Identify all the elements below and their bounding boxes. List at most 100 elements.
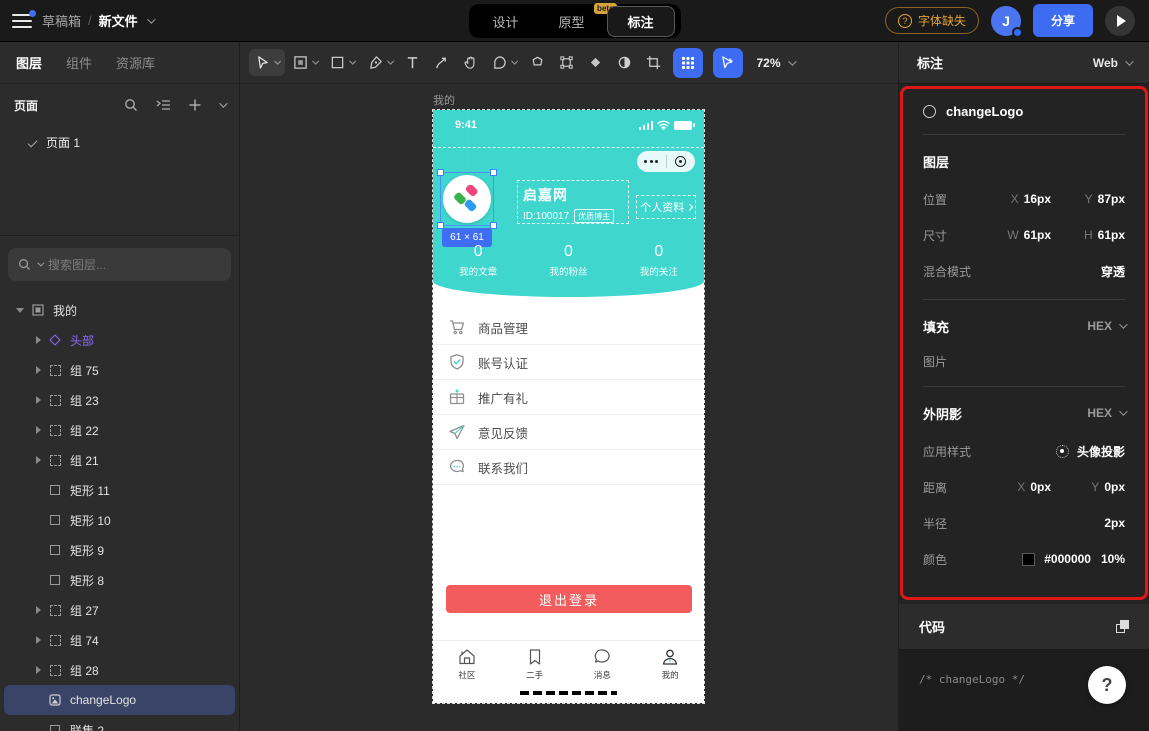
shadow-unit-select[interactable]: HEX bbox=[1087, 406, 1125, 420]
tab-me-active[interactable]: 我的 bbox=[636, 641, 704, 686]
copy-code-icon[interactable] bbox=[1116, 620, 1129, 633]
tab-annotate[interactable]: 标注 bbox=[607, 6, 675, 37]
hand-tool[interactable] bbox=[457, 49, 484, 76]
stat-articles[interactable]: 0 我的文章 bbox=[433, 243, 523, 278]
expand-arrow-icon[interactable] bbox=[36, 396, 41, 404]
layer-row-group[interactable]: 组 27 bbox=[4, 595, 235, 625]
layer-row-component[interactable]: 头部 bbox=[4, 325, 235, 355]
layer-row-rect[interactable]: 矩形 8 bbox=[4, 565, 235, 595]
expand-arrow-icon[interactable] bbox=[36, 366, 41, 374]
pen-tool[interactable] bbox=[362, 49, 398, 76]
stat-followers[interactable]: 0 我的粉丝 bbox=[523, 243, 613, 278]
layer-row-frame[interactable]: 我的 bbox=[4, 295, 235, 325]
help-button[interactable]: ? bbox=[1088, 666, 1126, 704]
resize-handle[interactable] bbox=[490, 169, 497, 176]
add-page-icon[interactable] bbox=[189, 99, 201, 111]
chevron-down-icon[interactable] bbox=[147, 15, 155, 23]
layer-search[interactable] bbox=[8, 248, 231, 281]
expand-arrow-icon[interactable] bbox=[36, 426, 41, 434]
resize-handle[interactable] bbox=[437, 169, 444, 176]
menu-item-contact[interactable]: 联系我们 bbox=[433, 450, 704, 485]
layer-row-image-selected[interactable]: changeLogo bbox=[4, 685, 235, 715]
tab-design[interactable]: 设计 bbox=[474, 7, 536, 36]
selection-row[interactable]: changeLogo bbox=[903, 89, 1145, 134]
stat-following[interactable]: 0 我的关注 bbox=[614, 243, 704, 278]
breadcrumb-file[interactable]: 新文件 bbox=[99, 11, 138, 30]
search-input[interactable] bbox=[48, 258, 221, 272]
artboard-label[interactable]: 我的 bbox=[433, 92, 455, 108]
close-target-icon[interactable] bbox=[667, 156, 696, 167]
expand-arrow-icon[interactable] bbox=[36, 336, 41, 344]
color-swatch[interactable] bbox=[1022, 553, 1035, 566]
collapse-list-icon[interactable] bbox=[156, 99, 171, 111]
more-icon[interactable] bbox=[637, 160, 666, 163]
zoom-control[interactable]: 72% bbox=[757, 56, 794, 70]
chevron-down-icon[interactable] bbox=[312, 58, 318, 64]
x-value[interactable]: 0px bbox=[1030, 480, 1051, 494]
chevron-down-icon[interactable] bbox=[511, 58, 517, 64]
expand-arrow-icon[interactable] bbox=[36, 606, 41, 614]
tab-assets[interactable]: 资源库 bbox=[116, 53, 155, 72]
h-value[interactable]: 61px bbox=[1098, 228, 1125, 242]
tab-secondhand[interactable]: 二手 bbox=[501, 641, 569, 686]
layer-row-rect[interactable]: 矩形 9 bbox=[4, 535, 235, 565]
canvas-area[interactable]: 我的 9:41 bbox=[241, 84, 898, 731]
platform-select[interactable]: Web bbox=[1093, 56, 1131, 70]
arrow-connector-tool[interactable] bbox=[428, 49, 455, 76]
comment-tool[interactable] bbox=[486, 49, 522, 76]
logout-button[interactable]: 退出登录 bbox=[446, 585, 692, 613]
present-button[interactable] bbox=[1105, 6, 1135, 36]
tab-messages[interactable]: 消息 bbox=[569, 641, 637, 686]
tab-prototype[interactable]: 原型 beta bbox=[540, 7, 602, 36]
page-item[interactable]: 页面 1 bbox=[0, 126, 239, 159]
share-button[interactable]: 分享 bbox=[1033, 4, 1093, 37]
frame-tool[interactable] bbox=[287, 49, 323, 76]
selected-logo-layer[interactable] bbox=[443, 175, 491, 223]
text-tool[interactable] bbox=[399, 49, 426, 76]
artboard[interactable]: 9:41 bbox=[433, 110, 704, 703]
blend-value[interactable]: 穿透 bbox=[1101, 263, 1125, 280]
chevron-down-icon[interactable] bbox=[349, 58, 355, 64]
layer-row-group[interactable]: 组 28 bbox=[4, 655, 235, 685]
main-menu-button[interactable] bbox=[12, 14, 32, 28]
annotate-cursor-button[interactable] bbox=[713, 48, 743, 78]
layer-row-group[interactable]: 组 21 bbox=[4, 445, 235, 475]
transform-tool[interactable] bbox=[553, 49, 580, 76]
search-filter-chevron-icon[interactable] bbox=[37, 260, 44, 267]
breadcrumb-folder[interactable]: 草稿箱 bbox=[42, 11, 81, 30]
shape-blob-tool[interactable] bbox=[524, 49, 551, 76]
layer-row-union[interactable]: 联集 2 bbox=[4, 715, 235, 731]
grid-view-button[interactable] bbox=[673, 48, 703, 78]
expand-arrow-icon[interactable] bbox=[36, 636, 41, 644]
font-missing-button[interactable]: ? 字体缺失 bbox=[885, 7, 979, 34]
chevron-down-icon[interactable] bbox=[387, 58, 393, 64]
tab-layers[interactable]: 图层 bbox=[16, 53, 42, 72]
avatar[interactable]: J bbox=[991, 6, 1021, 36]
collapse-pages-icon[interactable] bbox=[219, 99, 227, 107]
radius-value[interactable]: 2px bbox=[1104, 516, 1125, 530]
profile-name-group[interactable]: 启嘉网 ID:100017 优质博主 bbox=[517, 180, 629, 224]
chevron-down-icon[interactable] bbox=[274, 58, 280, 64]
fill-value[interactable]: 图片 bbox=[923, 353, 1125, 370]
diamond-tool[interactable] bbox=[582, 49, 609, 76]
layer-row-rect[interactable]: 矩形 11 bbox=[4, 475, 235, 505]
fill-unit-select[interactable]: HEX bbox=[1087, 319, 1125, 333]
tab-community[interactable]: 社区 bbox=[433, 641, 501, 686]
y-value[interactable]: 0px bbox=[1104, 480, 1125, 494]
crop-tool[interactable] bbox=[640, 49, 667, 76]
expand-arrow-icon[interactable] bbox=[16, 308, 24, 313]
tab-components[interactable]: 组件 bbox=[66, 53, 92, 72]
contrast-tool[interactable] bbox=[611, 49, 638, 76]
y-value[interactable]: 87px bbox=[1098, 192, 1125, 206]
applied-style[interactable]: 头像投影 bbox=[1056, 443, 1125, 460]
layer-row-group[interactable]: 组 22 bbox=[4, 415, 235, 445]
menu-item-verify[interactable]: 账号认证 bbox=[433, 345, 704, 380]
menu-item-promo[interactable]: 推广有礼 bbox=[433, 380, 704, 415]
w-value[interactable]: 61px bbox=[1024, 228, 1051, 242]
profile-link[interactable]: 个人资料 bbox=[636, 195, 696, 219]
color-hex[interactable]: #000000 bbox=[1044, 552, 1091, 566]
x-value[interactable]: 16px bbox=[1024, 192, 1051, 206]
rectangle-tool[interactable] bbox=[324, 49, 360, 76]
menu-item-products[interactable]: 商品管理 bbox=[433, 310, 704, 345]
expand-arrow-icon[interactable] bbox=[36, 666, 41, 674]
